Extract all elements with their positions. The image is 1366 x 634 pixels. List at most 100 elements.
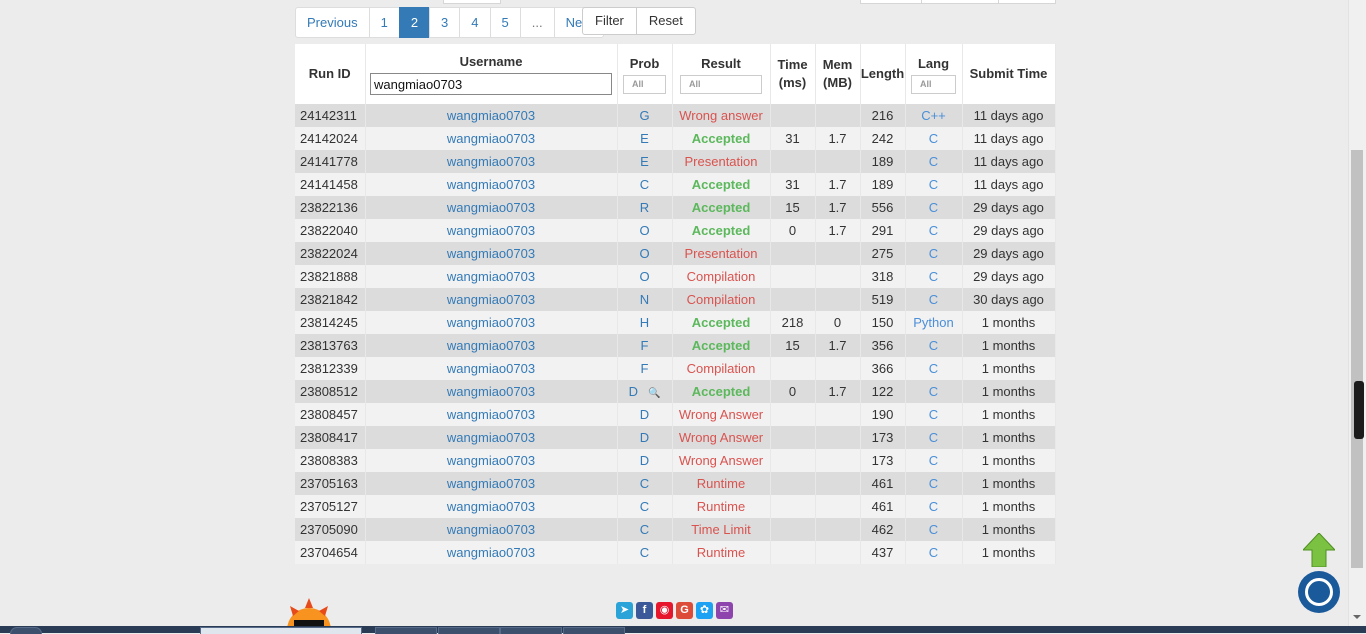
- length-cell[interactable]: 461: [860, 495, 906, 518]
- problem-link-text[interactable]: H: [640, 315, 649, 330]
- problem-link-text[interactable]: C: [640, 522, 649, 537]
- lang-link-text[interactable]: C: [929, 476, 938, 491]
- problem-link[interactable]: D: [617, 403, 673, 426]
- problem-link-text[interactable]: E: [640, 131, 649, 146]
- problem-link[interactable]: O: [617, 242, 673, 265]
- scroll-down-arrow-icon[interactable]: [1353, 615, 1361, 619]
- tab-stub[interactable]: [443, 0, 501, 4]
- problem-link[interactable]: C: [617, 173, 673, 196]
- length-cell-text[interactable]: 519: [872, 292, 894, 307]
- length-cell-text[interactable]: 356: [872, 338, 894, 353]
- username-link-text[interactable]: wangmiao0703: [447, 476, 535, 491]
- username-link[interactable]: wangmiao0703: [365, 357, 618, 380]
- problem-link[interactable]: D 🔍: [617, 380, 673, 403]
- username-link-text[interactable]: wangmiao0703: [447, 108, 535, 123]
- lang-link[interactable]: C: [905, 219, 963, 242]
- page-1-button[interactable]: 1: [368, 7, 400, 38]
- username-link-text[interactable]: wangmiao0703: [447, 453, 535, 468]
- lang-link-text[interactable]: C: [929, 361, 938, 376]
- username-link-text[interactable]: wangmiao0703: [447, 246, 535, 261]
- tab-stub[interactable]: [860, 0, 922, 4]
- length-cell-text[interactable]: 190: [872, 407, 894, 422]
- problem-link[interactable]: D: [617, 449, 673, 472]
- username-link[interactable]: wangmiao0703: [365, 472, 618, 495]
- lang-link-text[interactable]: C: [929, 177, 938, 192]
- length-cell[interactable]: 275: [860, 242, 906, 265]
- problem-link[interactable]: E: [617, 127, 673, 150]
- lang-link-text[interactable]: C: [929, 384, 938, 399]
- page-4-button[interactable]: 4: [459, 7, 491, 38]
- lang-link-text[interactable]: Python: [913, 315, 953, 330]
- problem-link[interactable]: N: [617, 288, 673, 311]
- username-link-text[interactable]: wangmiao0703: [447, 315, 535, 330]
- lang-link[interactable]: C: [905, 334, 963, 357]
- length-cell-text[interactable]: 461: [872, 476, 894, 491]
- facebook-icon[interactable]: f: [636, 602, 653, 619]
- magnifier-icon[interactable]: 🔍: [648, 388, 660, 399]
- username-filter-input[interactable]: [370, 73, 612, 95]
- lang-link[interactable]: C: [905, 426, 963, 449]
- username-link[interactable]: wangmiao0703: [365, 219, 618, 242]
- username-link-text[interactable]: wangmiao0703: [447, 154, 535, 169]
- lang-link-text[interactable]: C: [929, 246, 938, 261]
- problem-link-text[interactable]: C: [640, 499, 649, 514]
- username-link-text[interactable]: wangmiao0703: [447, 407, 535, 422]
- username-link-text[interactable]: wangmiao0703: [447, 361, 535, 376]
- lang-link[interactable]: C: [905, 449, 963, 472]
- username-link[interactable]: wangmiao0703: [365, 495, 618, 518]
- username-link[interactable]: wangmiao0703: [365, 518, 618, 541]
- username-link-text[interactable]: wangmiao0703: [447, 338, 535, 353]
- email-icon[interactable]: ✉: [716, 602, 733, 619]
- lang-link[interactable]: C: [905, 173, 963, 196]
- length-cell[interactable]: 356: [860, 334, 906, 357]
- previous-page-button[interactable]: Previous: [295, 7, 370, 38]
- lang-link-text[interactable]: C: [929, 200, 938, 215]
- username-link[interactable]: wangmiao0703: [365, 334, 618, 357]
- problem-link-text[interactable]: D: [640, 407, 649, 422]
- lang-link-text[interactable]: C: [929, 522, 938, 537]
- chat-support-icon[interactable]: [1298, 571, 1340, 613]
- length-cell-text[interactable]: 291: [872, 223, 894, 238]
- lang-link[interactable]: C: [905, 380, 963, 403]
- problem-link-text[interactable]: D: [629, 384, 638, 399]
- username-link[interactable]: wangmiao0703: [365, 242, 618, 265]
- tab-stub[interactable]: [998, 0, 1056, 4]
- page-5-button[interactable]: 5: [489, 7, 521, 38]
- lang-link-text[interactable]: C: [929, 223, 938, 238]
- username-link[interactable]: wangmiao0703: [365, 104, 618, 127]
- problem-link[interactable]: C: [617, 518, 673, 541]
- problem-link[interactable]: O: [617, 219, 673, 242]
- lang-link-text[interactable]: C++: [921, 108, 946, 123]
- problem-link-text[interactable]: R: [640, 200, 649, 215]
- problem-link-text[interactable]: N: [640, 292, 649, 307]
- page-2-button[interactable]: 2: [398, 7, 431, 38]
- lang-link[interactable]: C: [905, 288, 963, 311]
- lang-link[interactable]: C: [905, 495, 963, 518]
- problem-link[interactable]: C: [617, 472, 673, 495]
- problem-link-text[interactable]: F: [641, 361, 649, 376]
- problem-link[interactable]: F: [617, 334, 673, 357]
- length-cell[interactable]: 462: [860, 518, 906, 541]
- username-link-text[interactable]: wangmiao0703: [447, 499, 535, 514]
- problem-link-text[interactable]: D: [640, 453, 649, 468]
- length-cell-text[interactable]: 242: [872, 131, 894, 146]
- username-link-text[interactable]: wangmiao0703: [447, 292, 535, 307]
- length-cell-text[interactable]: 437: [872, 545, 894, 560]
- lang-link[interactable]: C: [905, 196, 963, 219]
- username-link-text[interactable]: wangmiao0703: [447, 177, 535, 192]
- reset-button[interactable]: Reset: [635, 7, 696, 35]
- username-link[interactable]: wangmiao0703: [365, 380, 618, 403]
- lang-filter-select[interactable]: All: [911, 74, 956, 94]
- length-cell-text[interactable]: 216: [872, 108, 894, 123]
- length-cell[interactable]: 216: [860, 104, 906, 127]
- problem-link[interactable]: D: [617, 426, 673, 449]
- length-cell-text[interactable]: 556: [872, 200, 894, 215]
- lang-link[interactable]: C: [905, 242, 963, 265]
- problem-link-text[interactable]: G: [639, 108, 649, 123]
- lang-link-text[interactable]: C: [929, 292, 938, 307]
- lang-link[interactable]: C: [905, 541, 963, 564]
- weibo-icon[interactable]: ◉: [656, 602, 673, 619]
- problem-link-text[interactable]: O: [639, 246, 649, 261]
- length-cell[interactable]: 461: [860, 472, 906, 495]
- username-link-text[interactable]: wangmiao0703: [447, 223, 535, 238]
